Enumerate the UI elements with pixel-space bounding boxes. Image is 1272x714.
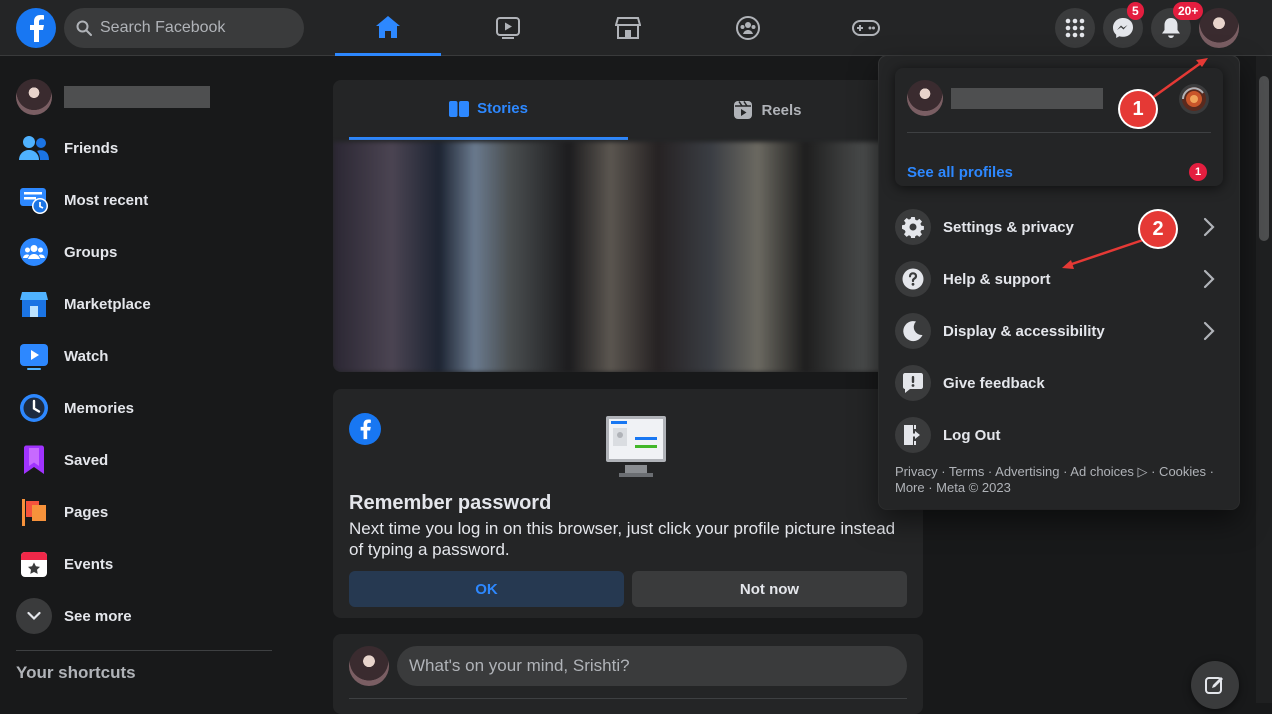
annotation-step-2: 2 xyxy=(1140,211,1176,247)
new-message-button[interactable] xyxy=(1191,661,1239,709)
annotation-arrowhead-2 xyxy=(1062,260,1074,269)
edit-compose-icon xyxy=(1205,677,1223,694)
annotation-arrow-1 xyxy=(1151,58,1206,100)
annotation-step-1: 1 xyxy=(1120,91,1156,127)
annotation-arrow-2 xyxy=(1065,238,1144,268)
annotation-arrows xyxy=(1062,58,1208,269)
